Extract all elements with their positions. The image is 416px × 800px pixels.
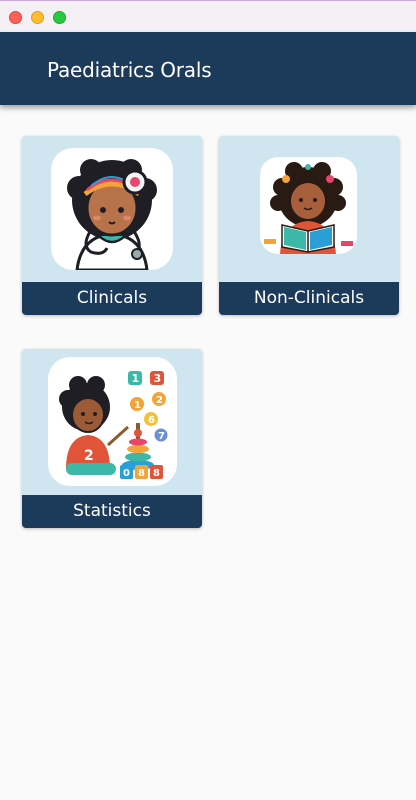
maximize-window-button[interactable]	[53, 11, 66, 24]
close-window-button[interactable]	[9, 11, 22, 24]
svg-text:2: 2	[156, 395, 163, 406]
child-doctor-stethoscope-icon	[51, 148, 173, 270]
clinicals-card[interactable]: Clinicals	[22, 136, 202, 315]
statistics-label: Statistics	[22, 495, 202, 528]
child-numbers-toys-icon: 2 1 3 1 2 6 7 0 8 8	[48, 357, 177, 486]
minimize-window-button[interactable]	[31, 11, 44, 24]
child-reading-book-icon	[260, 157, 357, 254]
clinicals-label: Clinicals	[22, 282, 202, 315]
svg-text:7: 7	[158, 431, 165, 442]
svg-text:6: 6	[148, 415, 155, 426]
window-titlebar	[0, 0, 416, 32]
svg-text:1: 1	[134, 400, 141, 411]
svg-text:8: 8	[138, 468, 145, 479]
shirt-number: 2	[84, 448, 94, 464]
app-bar: Paediatrics Orals	[0, 32, 416, 105]
page-title: Paediatrics Orals	[47, 58, 212, 82]
svg-text:0: 0	[123, 468, 130, 479]
svg-text:1: 1	[132, 372, 140, 385]
svg-text:3: 3	[154, 372, 162, 385]
non-clinicals-card[interactable]: Non-Clinicals	[219, 136, 399, 315]
non-clinicals-label: Non-Clinicals	[219, 282, 399, 315]
svg-text:8: 8	[153, 468, 160, 479]
statistics-card[interactable]: 2 1 3 1 2 6 7 0 8 8 Statistics	[22, 349, 202, 528]
